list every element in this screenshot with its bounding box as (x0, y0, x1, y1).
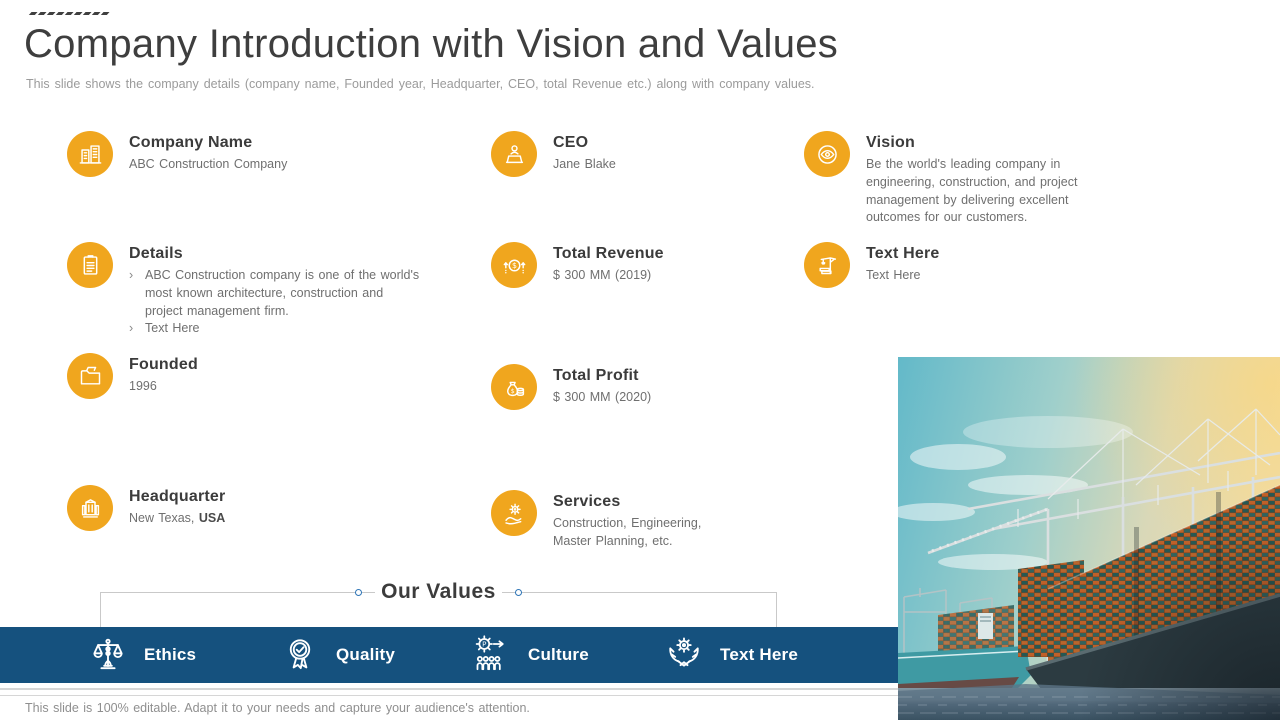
company-name-text-block: Company Name ABC Construction Company (129, 131, 421, 174)
page-subtitle: This slide shows the company details (co… (26, 77, 815, 91)
coin-arrows-icon: $ (491, 242, 537, 288)
values-bar: Ethics Quality P Culture Text Here (0, 627, 898, 683)
total-revenue-value: $ 300 MM (2019) (553, 268, 652, 282)
items-column-1: Company Name ABC Construction Company Deta… (67, 131, 421, 531)
ceo-value: Jane Blake (553, 157, 616, 171)
divider-line (0, 688, 898, 690)
details-bullet: › ABC Construction company is one of the … (129, 267, 421, 320)
folder-icon (67, 353, 113, 399)
company-name-item: Company Name ABC Construction Company (67, 131, 421, 242)
founded-title: Founded (129, 356, 198, 373)
total-profit-title: Total Profit (553, 367, 639, 384)
money-bag-icon: $ (491, 364, 537, 410)
vision-text-block: Vision Be the world's leading company in … (866, 131, 1096, 227)
total-revenue-text-block: Total Revenue $ 300 MM (2019) (553, 242, 731, 285)
details-text-block: Details › ABC Construction company is one … (129, 242, 421, 338)
quality-label: Quality (336, 645, 396, 664)
details-bullet: › Text Here (129, 320, 421, 338)
headquarter-title: Headquarter (129, 488, 226, 505)
services-item: Services Construction, Engineering, Maste… (491, 490, 731, 551)
ethics-value-item: Ethics (86, 633, 278, 677)
svg-text:$: $ (511, 261, 516, 270)
crane-icon (804, 242, 850, 288)
culture-label: Culture (528, 645, 589, 664)
page-title: Company Introduction with Vision and Val… (24, 22, 839, 66)
total-revenue-title: Total Revenue (553, 245, 664, 262)
items-column-3: Vision Be the world's leading company in … (804, 131, 1096, 288)
headquarter-value: New Texas, USA (129, 511, 226, 525)
bullet-marker: › (129, 321, 134, 336)
headquarter-text-block: Headquarter New Texas, USA (129, 485, 421, 528)
values-heading-text: Our Values (375, 580, 502, 604)
total-profit-value: $ 300 MM (2020) (553, 390, 652, 404)
items-column-2: CEO Jane Blake $ Total Revenue $ 300 MM (201… (491, 131, 731, 551)
details-title: Details (129, 245, 183, 262)
gear-people-icon: P (470, 633, 516, 677)
founded-item: Founded 1996 (67, 353, 421, 485)
value-text-here-value-item: Text Here (662, 633, 854, 677)
total-profit-text-block: Total Profit $ 300 MM (2020) (553, 364, 731, 407)
vision-value: Be the world's leading company in engine… (866, 157, 1078, 225)
founded-value: 1996 (129, 379, 157, 393)
founded-text-block: Founded 1996 (129, 353, 421, 396)
vision-title: Vision (866, 134, 915, 151)
total-profit-item: $ Total Profit $ 300 MM (2020) (491, 364, 731, 490)
scales-icon (86, 633, 132, 677)
company-name-title: Company Name (129, 134, 253, 151)
heading-dot-right (514, 588, 522, 596)
total-revenue-item: $ Total Revenue $ 300 MM (2019) (491, 242, 731, 364)
bullet-text: ABC Construction company is one of the w… (145, 268, 420, 318)
slide: Company Introduction with Vision and Val… (0, 0, 1280, 720)
services-text-block: Services Construction, Engineering, Maste… (553, 490, 731, 551)
details-item: Details › ABC Construction company is one … (67, 242, 421, 353)
services-value: Construction, Engineering, Master Planni… (553, 516, 702, 548)
ceo-item: CEO Jane Blake (491, 131, 731, 242)
text-here-item: Text Here Text Here (804, 242, 1096, 288)
bullet-text: Text Here (145, 321, 200, 336)
svg-text:P: P (482, 640, 487, 649)
services-title: Services (553, 493, 621, 510)
quality-value-item: Quality (278, 633, 470, 677)
culture-value-item: P Culture (470, 633, 662, 677)
person-desk-icon (491, 131, 537, 177)
ceo-title: CEO (553, 134, 589, 151)
values-heading: Our Values (100, 579, 777, 605)
office-building-icon (67, 485, 113, 531)
building-icon (67, 131, 113, 177)
text-here-title: Text Here (866, 245, 940, 262)
company-name-value: ABC Construction Company (129, 157, 288, 171)
eye-icon (804, 131, 850, 177)
ceo-text-block: CEO Jane Blake (553, 131, 731, 174)
award-ribbon-icon (278, 633, 324, 677)
hand-gear-icon (491, 490, 537, 536)
svg-text:$: $ (510, 388, 514, 395)
footer-note: This slide is 100% editable. Adapt it to… (25, 701, 530, 715)
bullet-marker: › (129, 268, 134, 282)
text-here-value: Text Here (866, 268, 921, 282)
divider-line (0, 695, 898, 696)
text-here-text-block: Text Here Text Here (866, 242, 1096, 285)
value-text-here-label: Text Here (720, 645, 799, 664)
document-icon (67, 242, 113, 288)
heading-dot-left (355, 588, 363, 596)
slash-decoration (28, 12, 110, 16)
hands-gear-icon (662, 633, 708, 677)
vision-item: Vision Be the world's leading company in … (804, 131, 1096, 242)
ethics-label: Ethics (144, 645, 197, 664)
container-port-photo (898, 357, 1280, 720)
headquarter-item: Headquarter New Texas, USA (67, 485, 421, 531)
